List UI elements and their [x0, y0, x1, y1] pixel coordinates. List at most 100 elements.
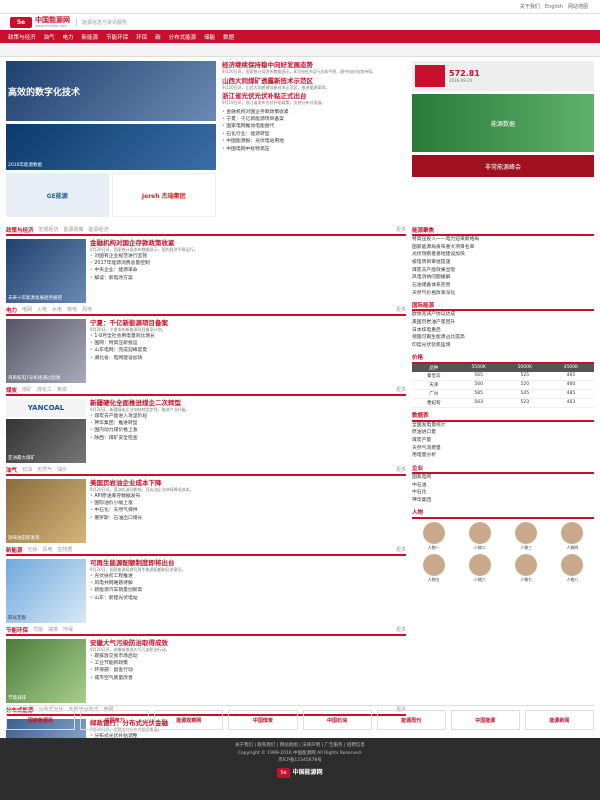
top-headline-3[interactable]: 浙江省光伏光伏补贴正式出台	[222, 92, 406, 100]
list-item[interactable]: 国家电网	[412, 474, 594, 482]
section-tab[interactable]: 风电	[43, 546, 53, 553]
section-title[interactable]: 人物	[412, 508, 423, 516]
section-headline[interactable]: 新疆硬化全面推进煤企二次转型	[90, 399, 406, 407]
partner-logo[interactable]: 中国石油	[302, 710, 372, 730]
market-banner[interactable]: 能源数据	[412, 94, 594, 152]
list-item[interactable]: 煤炭产量	[412, 437, 594, 445]
list-item[interactable]: 国家能源局发布重大项目名单	[412, 244, 594, 252]
list-item[interactable]: 中石油	[412, 482, 594, 490]
list-item[interactable]: 用电量分析	[412, 452, 594, 460]
list-item[interactable]: 新能源汽车销量创新高	[90, 587, 406, 594]
person-card[interactable]: 人物四	[551, 521, 594, 551]
section-headline[interactable]: 可再生能源配额制度即将出台	[90, 559, 406, 567]
partner-logo[interactable]: 能源周刊	[376, 710, 446, 730]
section-image[interactable]: 未来十年能源发展趋势展望	[6, 239, 86, 303]
section-tab[interactable]: 煤矿	[22, 386, 32, 393]
section-tab[interactable]: 电网	[22, 306, 32, 313]
footer-links[interactable]: 关于我们 | 联系我们 | 网站地图 | 法律声明 | 广告服务 | 招聘信息	[0, 742, 600, 750]
section-title[interactable]: 企业	[412, 464, 423, 472]
section-tab[interactable]: 火电	[37, 306, 47, 313]
list-item[interactable]: 解读：新电改方案	[90, 275, 406, 282]
list-item[interactable]: 德国可再生能源占比提高	[412, 334, 594, 342]
list-item[interactable]: 工业节能新政策	[90, 660, 406, 667]
section-tab[interactable]: 煤化工	[37, 386, 52, 393]
section-image[interactable]: 节能减排	[6, 639, 86, 703]
list-item[interactable]: 湖北省：电网建设加快	[90, 355, 406, 362]
section-title[interactable]: 油气	[6, 466, 17, 474]
list-item[interactable]: API原油库存数据发布	[90, 493, 406, 500]
more-link[interactable]: 更多	[396, 306, 406, 313]
list-item[interactable]: 石油储备体系完善	[412, 282, 594, 290]
list-item[interactable]: 光伏扶贫工程推进	[90, 573, 406, 580]
partner-logo[interactable]: 中国煤炭	[228, 710, 298, 730]
list-item[interactable]: 光伏领跑者基地建设加快	[412, 251, 594, 259]
more-link[interactable]: 更多	[396, 626, 406, 633]
list-item[interactable]: 煤炭去产能效果显现	[412, 267, 594, 275]
list-item[interactable]: 金融机构对国企存款政策收紧	[222, 109, 406, 116]
ad-ge[interactable]: GE能源	[6, 173, 109, 217]
section-tab[interactable]: 宏观经济	[39, 226, 59, 233]
list-item[interactable]: 核电项目审批提速	[412, 259, 594, 267]
section-image[interactable]: 亚洲最大煤矿	[6, 419, 86, 463]
person-card[interactable]: 人物六	[458, 553, 501, 583]
section-image[interactable]: 风光无限	[6, 559, 86, 623]
section-tab[interactable]: 焦炭	[57, 386, 67, 393]
section-headline[interactable]: 安徽大气污染防治取得成效	[90, 639, 406, 647]
footer-logo[interactable]: 5e 中国能源网	[0, 767, 600, 779]
section-image[interactable]: 海南核电1号机组通过验收	[6, 319, 86, 383]
section-title[interactable]: 节能环保	[6, 626, 28, 634]
list-item[interactable]: 中国电网中标特高压	[222, 146, 406, 153]
list-item[interactable]: 对国有企业规范进行监管	[90, 253, 406, 260]
top-link-english[interactable]: English	[545, 4, 563, 10]
partner-logo[interactable]: 能源观察网	[154, 710, 224, 730]
list-item[interactable]: 神华集团：推进转型	[90, 420, 406, 427]
list-item[interactable]: 中石化：天然气保供	[90, 507, 406, 514]
more-link[interactable]: 更多	[396, 386, 406, 393]
section-title[interactable]: 新能源	[6, 546, 23, 554]
list-item[interactable]: 国家电网推动电能替代	[222, 123, 406, 130]
nav-item[interactable]: 新能源	[82, 33, 99, 41]
top-headline-2[interactable]: 山西大同煤矿透露新技术示范区	[222, 77, 406, 85]
section-tab[interactable]: 节能	[33, 626, 43, 633]
list-item[interactable]: 环保部：督查行动	[90, 667, 406, 674]
person-card[interactable]: 人物五	[412, 553, 455, 583]
section-tab[interactable]: 能源经济	[89, 226, 109, 233]
section-headline[interactable]: 美国页岩油企业成本下降	[90, 479, 406, 487]
nav-item[interactable]: 数据	[223, 33, 234, 41]
section-title[interactable]: 价格	[412, 353, 423, 361]
person-card[interactable]: 人物七	[505, 553, 548, 583]
section-title[interactable]: 国际能源	[412, 301, 434, 309]
list-item[interactable]: 碳排放交易市场启动	[90, 653, 406, 660]
list-item[interactable]: 中石化	[412, 489, 594, 497]
list-item[interactable]: 神华集团	[412, 497, 594, 505]
list-item[interactable]: 中央企业：能源革命	[90, 267, 406, 274]
list-item[interactable]: 山东：新建光伏电站	[90, 595, 406, 602]
yancoal-logo[interactable]: YANCOAL	[6, 399, 86, 417]
market-ticker[interactable]: 572.81 2016-09-20	[412, 61, 594, 91]
list-item[interactable]: 天然气价格改革深化	[412, 290, 594, 298]
more-link[interactable]: 更多	[396, 466, 406, 473]
banner-caption[interactable]: 2016年能源数据	[6, 124, 216, 170]
section-headline[interactable]: 金融机构对国企存款政策收紧	[90, 239, 406, 247]
section-image[interactable]: 渤海油田新发现	[6, 479, 86, 543]
list-item[interactable]: 原油进口量	[412, 429, 594, 437]
list-item[interactable]: 中国能源报：光伏电站用地	[222, 138, 406, 145]
list-item[interactable]: 欧佩克减产协议达成	[412, 311, 594, 319]
section-tab[interactable]: 环保	[63, 626, 73, 633]
top-link-sitemap[interactable]: 网站地图	[568, 3, 588, 10]
section-title[interactable]: 政策与经济	[6, 226, 34, 234]
person-card[interactable]: 人物二	[458, 521, 501, 551]
list-item[interactable]: 国际油价小幅上涨	[90, 500, 406, 507]
nav-item[interactable]: 环保	[136, 33, 147, 41]
nav-item[interactable]: 储能	[204, 33, 215, 41]
partner-logo[interactable]: 能源新闻	[524, 710, 594, 730]
list-item[interactable]: 宁夏：千亿新能源项目备案	[222, 116, 406, 123]
list-item[interactable]: 特高压投入——电力迎来新格局	[412, 236, 594, 244]
list-item[interactable]: 国网：特高压新投运	[90, 340, 406, 347]
section-tab[interactable]: 减排	[48, 626, 58, 633]
list-item[interactable]: 2017年能源消费总量控制	[90, 260, 406, 267]
section-tab[interactable]: 石油	[22, 466, 32, 473]
person-card[interactable]: 人物三	[505, 521, 548, 551]
list-item[interactable]: 1-8月全社会用电量同比增长	[90, 333, 406, 340]
summit-banner[interactable]: 非常能源峰会	[412, 155, 594, 177]
